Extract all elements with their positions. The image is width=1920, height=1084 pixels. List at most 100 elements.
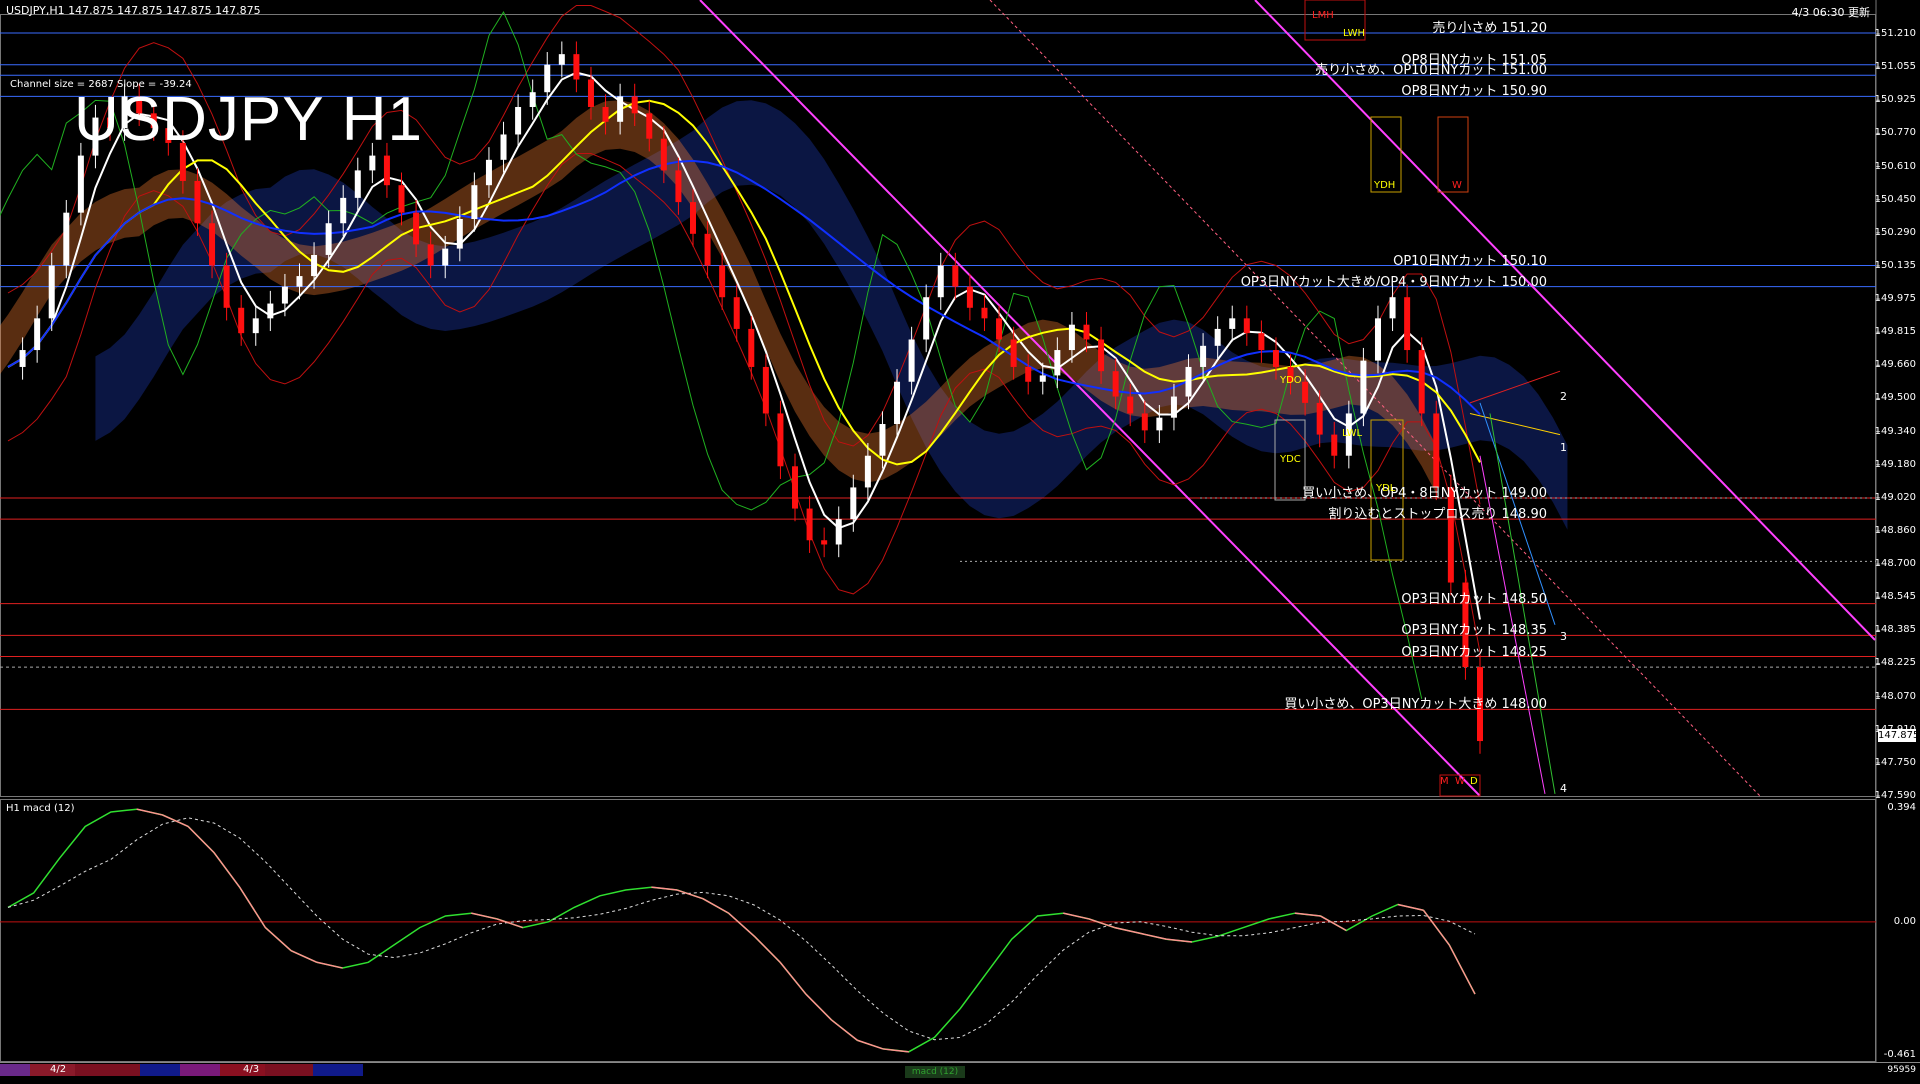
level-label: 売り小さめ 151.20 bbox=[1432, 21, 1547, 37]
candle-body bbox=[515, 106, 522, 135]
candle-body bbox=[354, 170, 361, 198]
candle-body bbox=[806, 508, 813, 541]
candle-body bbox=[1112, 371, 1119, 397]
macd-down-segment bbox=[805, 993, 833, 1021]
candle-body bbox=[500, 134, 507, 160]
day-seg bbox=[265, 1064, 313, 1076]
candle-body bbox=[923, 297, 930, 340]
candle-body bbox=[77, 155, 84, 213]
candle-body bbox=[427, 244, 434, 266]
symbol-info: USDJPY,H1 147.875 147.875 147.875 147.87… bbox=[6, 4, 261, 17]
wave-label: 3 bbox=[1560, 630, 1567, 643]
candle-body bbox=[762, 366, 769, 414]
candle-body bbox=[325, 223, 332, 255]
candle-body bbox=[442, 248, 449, 266]
candle-body bbox=[1098, 339, 1105, 372]
channel-info: Channel size = 2687 Slope = -39.24 bbox=[10, 79, 192, 90]
candle-body bbox=[879, 424, 886, 456]
candle-body bbox=[340, 197, 347, 224]
candle-body bbox=[1374, 318, 1381, 361]
candle-body bbox=[544, 64, 551, 93]
candle-body bbox=[1083, 324, 1090, 340]
macd-down-segment bbox=[471, 912, 498, 920]
price-tick: 149.660 bbox=[1874, 359, 1916, 371]
macd-down-segment bbox=[1114, 926, 1141, 935]
candle-body bbox=[1316, 402, 1323, 435]
candle-body bbox=[719, 265, 726, 298]
candle-body bbox=[413, 212, 420, 245]
candle-body bbox=[1170, 396, 1177, 418]
candle-body bbox=[966, 286, 973, 308]
candle-body bbox=[1127, 396, 1134, 414]
candle-body bbox=[996, 318, 1003, 340]
macd-label: H1 macd (12) bbox=[6, 803, 75, 814]
candle-body bbox=[1229, 318, 1236, 329]
candle-body bbox=[835, 519, 842, 545]
macd-down-segment bbox=[702, 898, 729, 914]
candle-body bbox=[398, 185, 405, 213]
chart-area[interactable] bbox=[0, 0, 1920, 1080]
candle-body bbox=[617, 96, 624, 122]
candle-body bbox=[238, 307, 245, 334]
candle-body bbox=[558, 54, 565, 65]
price-tick: 151.210 bbox=[1874, 28, 1916, 39]
box-label: LWH bbox=[1343, 28, 1366, 39]
day-seg bbox=[0, 1064, 30, 1076]
candle-body bbox=[48, 265, 55, 319]
candle-body bbox=[456, 219, 463, 249]
box-label: W bbox=[1452, 180, 1462, 191]
macd-down-segment bbox=[1166, 938, 1192, 943]
macd-down-segment bbox=[753, 935, 781, 963]
candle-body bbox=[19, 350, 26, 367]
day-seg bbox=[313, 1064, 363, 1076]
candle-body bbox=[281, 286, 288, 304]
price-tick: 147.750 bbox=[1874, 756, 1916, 768]
candle-body bbox=[1185, 366, 1192, 397]
price-tick: 150.450 bbox=[1874, 193, 1916, 205]
macd-down-segment bbox=[136, 808, 163, 816]
candle-body bbox=[908, 339, 915, 382]
day-label-2: 4/3 bbox=[243, 1064, 260, 1075]
candle-body bbox=[471, 185, 478, 220]
candle-body bbox=[646, 113, 653, 139]
macd-down-segment bbox=[831, 1019, 858, 1041]
candle-body bbox=[1447, 487, 1454, 583]
level-label: OP3日NYカット 148.35 bbox=[1401, 623, 1547, 639]
chart-title: USDJPY H1 bbox=[74, 85, 423, 154]
box-label: LMH bbox=[1312, 10, 1334, 21]
candle-body bbox=[1360, 360, 1367, 414]
price-tick: 148.860 bbox=[1874, 524, 1916, 536]
macd-down-segment bbox=[316, 961, 343, 969]
candle-body bbox=[850, 487, 857, 520]
candle-body bbox=[1272, 350, 1279, 367]
price-tick: 150.610 bbox=[1874, 160, 1916, 172]
price-tick: 149.975 bbox=[1874, 293, 1916, 305]
price-tick: 148.545 bbox=[1874, 591, 1916, 603]
box-label: YDL bbox=[1376, 483, 1396, 494]
macd-down-segment bbox=[779, 961, 807, 995]
macd-down-segment bbox=[676, 889, 704, 900]
macd-down-segment bbox=[162, 814, 189, 828]
candle-body bbox=[209, 223, 216, 266]
macd-down-segment bbox=[264, 927, 292, 952]
candle-body bbox=[1302, 381, 1309, 403]
candle-body bbox=[485, 159, 492, 186]
macd-down-segment bbox=[290, 950, 318, 963]
candle-body bbox=[296, 276, 303, 287]
price-tick: 148.385 bbox=[1874, 624, 1916, 636]
candle-body bbox=[1389, 297, 1396, 319]
current-price-tag: 147.875 bbox=[1878, 729, 1920, 742]
candle-body bbox=[1025, 366, 1032, 382]
candle-body bbox=[631, 96, 638, 114]
scroll-indicator[interactable]: macd (12) bbox=[905, 1066, 965, 1078]
chart-svg[interactable] bbox=[0, 0, 1920, 1080]
macd-down-segment bbox=[857, 1039, 884, 1050]
macd-down-segment bbox=[882, 1048, 909, 1053]
candle-body bbox=[937, 265, 944, 298]
price-tick: 147.590 bbox=[1874, 790, 1916, 801]
macd-down-segment bbox=[728, 912, 755, 937]
box-label: M bbox=[1440, 776, 1449, 787]
price-tick: 149.500 bbox=[1874, 392, 1916, 404]
candle-body bbox=[311, 254, 318, 277]
candle-body bbox=[573, 54, 580, 80]
